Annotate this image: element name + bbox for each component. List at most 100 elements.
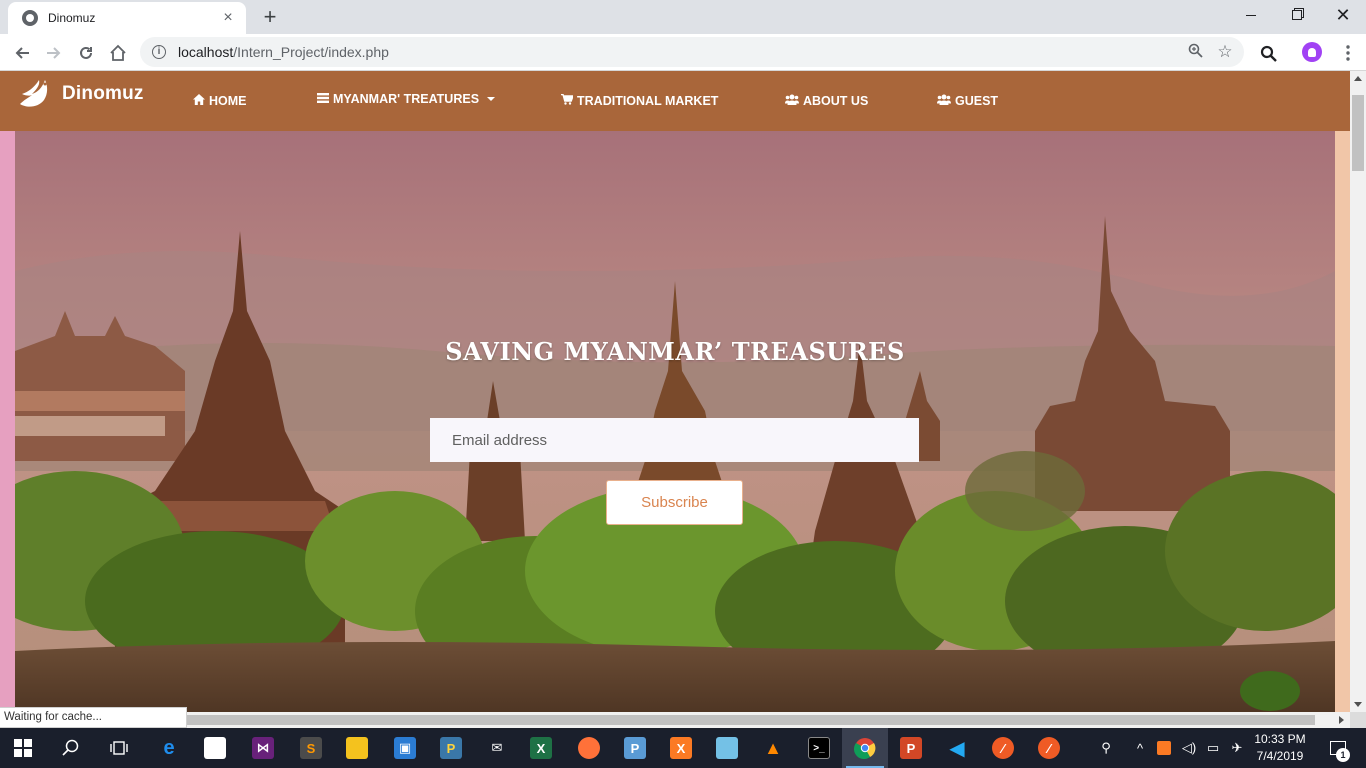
taskbar-notepad[interactable] [704,728,750,768]
bookmark-star-icon[interactable]: ☆ [1216,42,1234,61]
window-close-button[interactable]: ✕ [1320,0,1366,30]
scroll-right-icon[interactable] [1339,716,1344,724]
people-icon[interactable]: ⚲ [1094,728,1118,768]
minimize-icon [1246,14,1256,16]
store-icon [204,737,226,759]
info-icon[interactable]: i [152,45,166,59]
search-extension-button[interactable] [1254,39,1282,67]
taskbar-sublime[interactable]: S [288,728,334,768]
taskbar-postman-alt[interactable]: ⁄ [1026,728,1072,768]
xampp-icon: X [670,737,692,759]
chrome-icon [854,738,876,759]
taskbar-chrome[interactable] [842,728,888,768]
reload-button[interactable] [72,39,100,67]
taskbar-visual-studio[interactable]: ⋈ [240,728,286,768]
tab-title: Dinomuz [48,11,96,25]
scroll-down-icon[interactable] [1354,702,1362,707]
nav-traditional-market[interactable]: TRADITIONAL MARKET [561,93,719,108]
battery-icon[interactable]: ▭ [1202,728,1224,768]
home-button[interactable] [104,39,132,67]
vscode-icon: ◀ [949,737,965,760]
taskbar-firefox[interactable] [566,728,612,768]
arrow-left-icon [15,47,29,59]
url-host: localhost [178,44,234,60]
start-button[interactable] [0,728,46,768]
mail-icon: ✉ [491,740,503,755]
taskbar-xampp[interactable]: X [658,728,704,768]
restore-button[interactable] [1274,0,1320,30]
notification-count-badge: 1 [1336,748,1350,762]
zoom-icon[interactable] [1186,43,1204,61]
browser-menu-button[interactable] [1334,39,1362,67]
nav-market-label: TRADITIONAL MARKET [577,94,719,108]
chevron-up-icon[interactable]: ^ [1130,728,1150,768]
email-input[interactable] [430,418,919,462]
taskbar-excel[interactable]: X [518,728,564,768]
horizontal-scroll-thumb[interactable] [187,715,1315,725]
subscribe-button[interactable]: Subscribe [606,480,743,525]
search-icon [1260,45,1277,62]
tab-close-icon[interactable]: × [220,10,236,26]
minimize-button[interactable] [1228,0,1274,30]
taskbar-python-editor[interactable]: P [612,728,658,768]
taskbar-mail[interactable]: ✉ [474,728,520,768]
browser-toolbar: i localhost/Intern_Project/index.php ☆ [0,34,1366,71]
taskbar-postman[interactable]: ⁄ [980,728,1026,768]
xampp-tray-icon[interactable] [1154,728,1174,768]
url-text: localhost/Intern_Project/index.php [178,44,389,60]
scroll-up-icon[interactable] [1354,76,1362,81]
url-path: /Intern_Project/index.php [233,44,389,60]
address-bar[interactable]: i localhost/Intern_Project/index.php ☆ [140,37,1244,67]
terminal-icon: >_ [808,737,830,759]
clock-date: 7/4/2019 [1256,749,1304,763]
forward-button[interactable] [40,39,68,67]
users-icon [937,94,951,108]
taskbar-search[interactable] [48,728,94,768]
bird-logo-icon [18,78,52,110]
taskbar-python[interactable]: P [428,728,474,768]
chevron-down-icon [487,97,496,101]
taskbar-terminal[interactable]: >_ [796,728,842,768]
python-editor-icon: P [624,737,646,759]
list-icon [317,92,329,106]
new-tab-button[interactable]: + [258,5,282,29]
nav-about-label: ABOUT US [803,94,869,108]
brand[interactable]: Dinomuz [18,78,144,110]
action-center-button[interactable] [1318,728,1358,768]
vlc-icon: ▲ [764,737,782,758]
back-button[interactable] [8,39,36,67]
volume-icon[interactable]: ◁) [1178,728,1200,768]
nav-guest-label: GUEST [955,94,999,108]
nav-home[interactable]: HOME [193,94,247,108]
firefox-icon [578,737,600,759]
shopping-cart-icon [561,93,574,108]
taskbar-outlook[interactable]: ▣ [382,728,428,768]
nav-treasures-label: MYANMAR' TREATURES [333,92,480,106]
vertical-scroll-thumb[interactable] [1352,95,1364,171]
hero-section: SAVING MYANMAR’ TREASURES Subscribe [15,131,1335,712]
search-icon [62,739,79,756]
airplane-mode-icon[interactable]: ✈ [1226,728,1248,768]
taskbar-edge[interactable]: e [146,728,192,768]
taskbar-clock[interactable]: 10:33 PM 7/4/2019 [1248,731,1312,765]
taskbar-store[interactable] [192,728,238,768]
taskbar-vscode[interactable]: ◀ [934,728,980,768]
taskbar-file-explorer[interactable] [334,728,380,768]
taskbar-powerpoint[interactable]: P [888,728,934,768]
horizontal-scrollbar[interactable] [0,712,1350,728]
windows-logo-icon [14,739,32,757]
visual-studio-icon: ⋈ [252,737,274,759]
taskbar-vlc[interactable]: ▲ [750,728,796,768]
nav-guest[interactable]: GUEST [937,94,998,108]
vertical-scrollbar[interactable] [1350,71,1366,712]
page-right-edge [1335,131,1350,712]
notepad-icon [716,737,738,759]
nav-about-us[interactable]: ABOUT US [785,94,868,108]
task-view-button[interactable] [96,728,142,768]
excel-icon: X [530,737,552,759]
nav-myanmar-treasures[interactable]: MYANMAR' TREATURES [317,92,496,106]
browser-tab[interactable]: Dinomuz × [8,2,246,34]
windows-taskbar: e ⋈ S ▣ P ✉ X P X ▲ >_ P ◀ ⁄ ⁄ ⚲ ^ ◁) ▭ … [0,728,1366,768]
file-explorer-icon [346,737,368,759]
profile-avatar[interactable] [1302,42,1322,62]
